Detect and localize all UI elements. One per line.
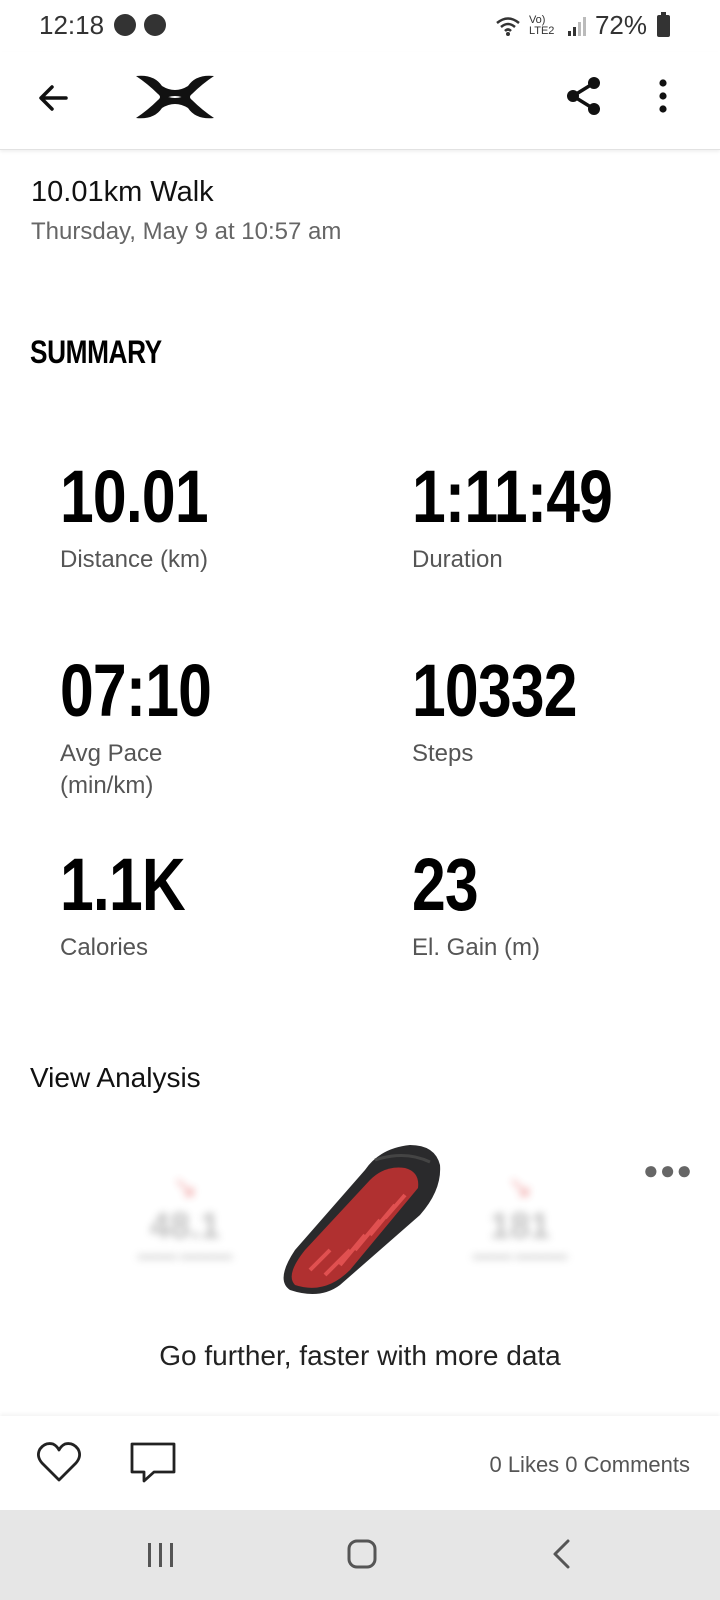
workout-date: Thursday, May 9 at 10:57 am [31, 218, 342, 245]
status-time: 12:18 [39, 10, 105, 40]
blurred-value: 48.1 [149, 1205, 221, 1246]
stat-value: 10.01 [60, 455, 209, 538]
heart-icon[interactable] [34, 1438, 84, 1486]
stat-value: 10332 [412, 649, 577, 732]
status-bar: 12:18 Vo) LTE2 72% [0, 0, 720, 52]
signal-icon [567, 16, 586, 36]
stat-steps: 10332 Steps [412, 654, 712, 770]
battery-icon [657, 11, 670, 37]
back-arrow-icon[interactable] [32, 76, 76, 120]
stat-value: 23 [412, 843, 479, 926]
shoe-image [283, 1145, 441, 1294]
stat-label: Distance (km) [60, 546, 209, 573]
blurred-label: ▬▬▬ ▬▬▬▬ [472, 1247, 568, 1262]
blurred-stat-left: ↘ 48.1 ▬▬▬ ▬▬▬▬ [130, 1170, 240, 1262]
network-label: Vo) LTE2 [528, 13, 555, 37]
trend-arrow-icon: ↘ [507, 1171, 533, 1204]
under-armour-logo[interactable] [132, 72, 218, 122]
blurred-stat-right: ↘ 181 ▬▬▬ ▬▬▬▬ [460, 1170, 580, 1262]
stat-label: El. Gain (m) [412, 934, 541, 961]
system-nav-bar [0, 1510, 720, 1600]
stat-label: Steps [412, 740, 474, 767]
social-bar: 0 Likes 0 Comments [0, 1416, 720, 1510]
stat-label: Avg Pace (min/km) [60, 740, 163, 800]
app-bar [0, 52, 720, 150]
stat-label: Duration [412, 546, 503, 573]
promo-text: Go further, faster with more data [159, 1340, 561, 1371]
stat-avg-pace: 07:10 Avg Pace (min/km) [60, 654, 360, 803]
promo-more-icon[interactable]: ●●● [643, 1155, 693, 1186]
summary-heading: SUMMARY [30, 334, 162, 370]
edge-icon [114, 14, 136, 36]
status-right: Vo) LTE2 72% [495, 10, 670, 41]
blurred-label: ▬▬▬ ▬▬▬▬ [137, 1247, 233, 1262]
recents-icon[interactable] [146, 1540, 176, 1570]
stat-value: 07:10 [60, 649, 212, 732]
stat-calories: 1.1K Calories [60, 848, 360, 964]
battery-percent: 72% [594, 10, 647, 40]
view-analysis-link[interactable]: View Analysis [30, 1062, 201, 1094]
stat-distance: 10.01 Distance (km) [60, 460, 360, 576]
trend-arrow-icon: ↘ [172, 1171, 198, 1204]
stat-value: 1.1K [60, 843, 186, 926]
wifi-icon [496, 16, 520, 36]
comment-icon[interactable] [128, 1438, 178, 1486]
stat-value: 1:11:49 [412, 455, 613, 538]
workout-title: 10.01km Walk [31, 176, 214, 208]
share-icon[interactable] [562, 74, 606, 118]
notification-icons [114, 14, 166, 36]
stat-elevation-gain: 23 El. Gain (m) [412, 848, 712, 964]
app-notification-icon [144, 14, 166, 36]
stat-duration: 1:11:49 Duration [412, 460, 712, 576]
upgrade-promo[interactable]: ↘ 48.1 ▬▬▬ ▬▬▬▬ ↘ 181 ▬▬▬ ▬▬▬▬ ●●● Go fu… [0, 1130, 720, 1390]
nav-back-icon[interactable] [550, 1538, 574, 1570]
likes-comments-count[interactable]: 0 Likes 0 Comments [489, 1452, 690, 1478]
stat-label: Calories [60, 934, 149, 961]
more-options-icon[interactable] [648, 74, 678, 118]
blurred-value: 181 [489, 1205, 551, 1246]
home-icon[interactable] [346, 1538, 378, 1570]
